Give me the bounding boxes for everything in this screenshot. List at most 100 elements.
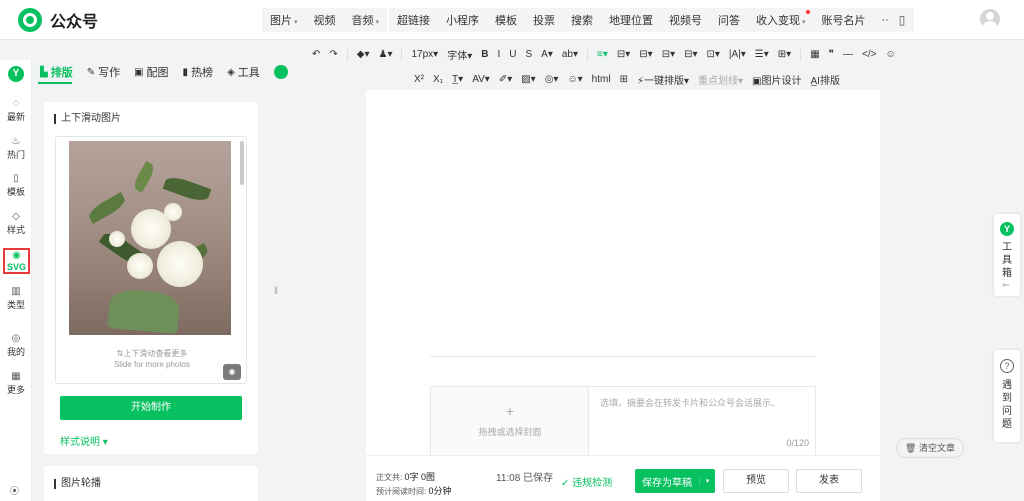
toolbar-button[interactable]: ☰▾ <box>755 49 769 60</box>
toolbar-button[interactable]: ❞ <box>829 49 834 60</box>
avatar[interactable] <box>980 9 1000 29</box>
toolbar-button[interactable]: ◆▾ <box>357 49 370 60</box>
preview-scrollbar[interactable] <box>240 141 244 185</box>
nav-item[interactable]: 小程序 <box>438 12 487 28</box>
toolbar-button[interactable]: ↷ <box>329 49 337 60</box>
tab-1[interactable]: ▙ 排版 <box>40 64 73 80</box>
plugin-toggle[interactable] <box>273 65 288 79</box>
toolbar-button[interactable]: ⊟▾ <box>617 49 630 60</box>
toolbar-button[interactable]: ⊡▾ <box>707 49 720 60</box>
toolbar-button[interactable]: ◎▾ <box>545 74 559 85</box>
nav-item[interactable]: 视频号 <box>661 12 710 28</box>
cover-picker[interactable]: + 拖拽或选择封面 <box>430 386 588 456</box>
rail-item-2[interactable]: ♨ 热门 <box>0 136 32 161</box>
slide-image-preview[interactable]: ⇅上下滑动查看更多 Slide for more photos ◉ <box>55 136 247 384</box>
toolbar-button[interactable]: S <box>525 49 532 60</box>
eye-icon[interactable]: ◉ <box>223 364 241 380</box>
toolbar-button[interactable]: ▣图片设计 <box>752 72 801 87</box>
toolbox-float[interactable]: Y ⇐ 工具箱 <box>994 214 1020 296</box>
toolbar-button[interactable]: 17px▾ <box>411 49 438 60</box>
toolbar-button[interactable]: X₁ <box>433 74 443 85</box>
arrow-left-icon: ⇐ <box>1002 280 1010 290</box>
clear-article-button[interactable]: 🗑 清空文章 <box>896 438 964 458</box>
nav-item[interactable]: 超链接 <box>389 12 438 28</box>
toolbar-button[interactable]: ▦ <box>810 49 819 60</box>
tab-2[interactable]: ✎ 写作 <box>87 64 120 80</box>
tab-3[interactable]: ▣ 配图 <box>134 64 168 80</box>
tab-label: 写作 <box>98 67 121 79</box>
toolbar-button[interactable]: ♟▾ <box>379 49 393 60</box>
compliance-check-button[interactable]: ✓ 违规检测 <box>561 474 612 489</box>
rail-item-3[interactable]: ▯ 模板 <box>0 173 32 198</box>
chevron-down-icon: ▾ <box>802 19 806 26</box>
nav-item[interactable]: 图片 ▾ <box>262 12 306 28</box>
rail-item-label: SVG <box>6 262 26 272</box>
toolbar-button[interactable]: ≡▾ <box>597 49 608 60</box>
start-button[interactable]: 开始制作 <box>60 396 242 420</box>
nav-item[interactable]: 地理位置 <box>601 12 661 28</box>
slide-hint-cn: ⇅上下滑动查看更多 <box>116 349 188 358</box>
toolbar-button[interactable]: U <box>509 49 516 60</box>
toolbar-button[interactable]: </> <box>862 49 876 60</box>
toolbar-button[interactable]: ☺ <box>886 49 896 60</box>
mobile-preview-icon[interactable]: ▯ <box>890 8 914 32</box>
toolbar-button[interactable]: T̲▾ <box>452 74 463 85</box>
toolbar-button[interactable]: ⚡一键排版▾ <box>637 72 689 87</box>
article-editor[interactable]: + 拖拽或选择封面 选填，摘要会在转发卡片和公众号会话展示。 0/120 <box>366 90 880 456</box>
toolbar-button[interactable]: html <box>592 74 611 85</box>
nav-item[interactable]: 投票 <box>525 12 563 28</box>
brand-logo[interactable]: 公众号 <box>18 8 98 32</box>
collapse-handle-icon[interactable]: ‖ <box>274 286 278 297</box>
format-toolbar-row2: X² X₁ T̲▾ AV▾ ✐▾ ▨▾ ◎▾ ☺▾ html ⊞ ⚡一键排版▾ 重点划线▾ ▣图片设计 A… <box>414 72 849 87</box>
nav-item[interactable]: 收入变现 ▾ <box>748 10 814 28</box>
toolbar-button[interactable]: ✐▾ <box>499 74 512 85</box>
toolbar-button[interactable]: ⊞ <box>620 74 628 85</box>
help-float[interactable]: ? 遇到问题 <box>994 350 1020 442</box>
toolbar-button[interactable]: ☺▾ <box>567 74 582 85</box>
rail-item-1[interactable]: ◌ 最新 <box>0 98 32 123</box>
rail-item-5[interactable]: ◉ SVG <box>3 248 30 274</box>
toolbar-button[interactable]: ⊟▾ <box>639 49 652 60</box>
nav-item-label: 投票 <box>533 15 555 27</box>
toolbar-button[interactable]: 重点划线▾ <box>698 72 743 87</box>
nav-item[interactable]: 模板 <box>487 12 525 28</box>
toolbar-button[interactable]: B <box>481 49 488 60</box>
tab-4[interactable]: ▮ 热榜 <box>183 64 214 80</box>
toolbar-button[interactable]: I <box>497 49 500 60</box>
slide-hint-en: Slide for more photos <box>113 360 191 369</box>
toolbar-button[interactable]: AV▾ <box>472 74 490 85</box>
nav-item[interactable]: 搜索 <box>563 12 601 28</box>
toolbar-button[interactable]: A▾ <box>541 49 553 60</box>
rail-item-8[interactable]: ▦ 更多 <box>0 371 32 396</box>
template-icon: ▯ <box>13 173 19 184</box>
publish-button[interactable]: 发表 <box>796 469 862 493</box>
nav-item[interactable]: 音频 ▾ <box>344 12 388 28</box>
toolbar-button[interactable]: — <box>843 49 853 60</box>
rail-item-7[interactable]: ◎ 我的 <box>0 333 32 358</box>
toolbar-button[interactable]: ⊟▾ <box>662 49 675 60</box>
nav-item[interactable]: 视频 <box>306 12 344 28</box>
toolbar-button[interactable]: ⊟▾ <box>684 49 697 60</box>
toolbar-button[interactable]: X² <box>414 74 424 85</box>
cube-icon: ◈ <box>227 66 235 78</box>
rail-item-4[interactable]: ◇ 样式 <box>0 211 32 236</box>
preview-button[interactable]: 预览 <box>723 469 789 493</box>
toolbar-button[interactable]: ab▾ <box>562 49 578 60</box>
style-guide-link[interactable]: 样式说明 ▾ <box>60 433 108 448</box>
toolbar-button[interactable]: A̲I排版 <box>811 72 840 87</box>
toolbar-button[interactable]: |A|▾ <box>729 49 746 60</box>
toolbar-button[interactable]: ↶ <box>312 49 320 60</box>
help-icon[interactable]: ⦿ <box>10 484 19 497</box>
tab-5[interactable]: ◈ 工具 <box>227 64 260 80</box>
nav-item[interactable]: 账号名片 <box>814 12 874 28</box>
float-label-char: 遇 <box>1002 380 1012 391</box>
toolbar-button[interactable]: ⊞▾ <box>778 49 791 60</box>
summary-field[interactable]: 选填，摘要会在转发卡片和公众号会话展示。 0/120 <box>588 386 816 456</box>
nav-item[interactable]: 问答 <box>710 12 748 28</box>
rail-item-6[interactable]: ▥ 类型 <box>0 286 32 311</box>
save-draft-button[interactable]: 保存为草稿 ▾ <box>635 469 715 493</box>
toolbar-button[interactable]: ▨▾ <box>521 74 535 85</box>
chevron-down-icon[interactable]: ▾ <box>699 477 715 485</box>
toolbar-button[interactable]: 字体▾ <box>447 47 472 62</box>
add-cover-icon: + <box>505 403 515 419</box>
